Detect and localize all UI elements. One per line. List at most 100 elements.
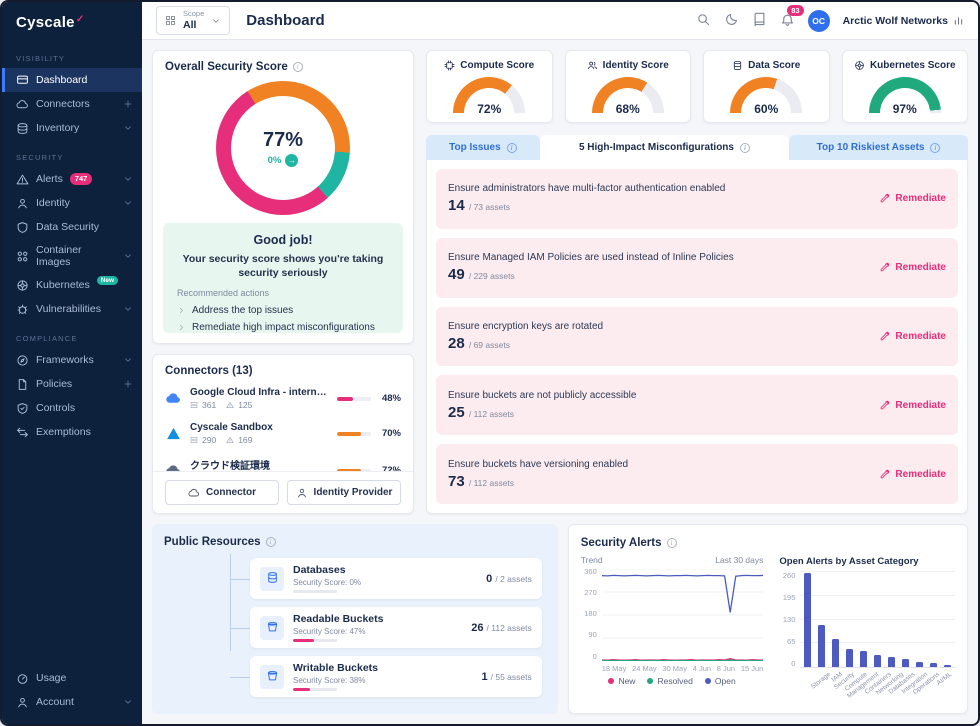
resource-name: Writable Buckets [293, 662, 378, 674]
misconfiguration-main: Ensure administrators have multi-factor … [448, 183, 725, 214]
remediate-label: Remediate [895, 193, 946, 204]
info-icon[interactable] [266, 537, 276, 547]
sidebar-item-kubernetes[interactable]: KubernetesNew [2, 273, 142, 297]
tab-label: Top 10 Riskiest Assets [817, 142, 925, 153]
resource-row-writable-buckets[interactable]: Writable Buckets Security Score: 38% 1 /… [250, 656, 542, 697]
legend-dot [608, 678, 614, 684]
sidebar-item-alerts[interactable]: Alerts747 [2, 167, 142, 191]
bar-ai-ml[interactable] [944, 665, 951, 667]
recommended-action-remediate-high-impact-misconfigurations[interactable]: Remediate high impact misconfigurations [177, 319, 389, 333]
add-connector-button[interactable]: Connector [165, 480, 279, 505]
add-identity-provider-button[interactable]: Identity Provider [287, 480, 401, 505]
main-area: Scope All Dashboard 83 OC Arctic Wolf Ne… [142, 2, 978, 724]
sidebar-item-inventory[interactable]: Inventory [2, 116, 142, 140]
sidebar-item-label: Container Images [36, 244, 109, 268]
scope-selector[interactable]: Scope All [156, 6, 230, 35]
sidebar-item-label: Inventory [36, 122, 79, 134]
bar-databases[interactable] [902, 659, 909, 667]
legend-item-resolved[interactable]: Resolved [647, 676, 692, 686]
sidebar-item-exemptions[interactable]: Exemptions [2, 420, 142, 444]
remediate-label: Remediate [895, 331, 946, 342]
theme-moon-icon[interactable] [724, 12, 739, 30]
bar-networking[interactable] [888, 657, 895, 667]
org-switcher[interactable]: Arctic Wolf Networks [843, 15, 964, 27]
misconfiguration-row: Ensure encryption keys are rotated 28 / … [436, 307, 958, 367]
action-label: Remediate high impact misconfigurations [192, 322, 375, 333]
remediate-button[interactable]: Remediate [879, 193, 946, 204]
search-icon[interactable] [696, 12, 711, 30]
bar-containers[interactable] [874, 655, 881, 667]
tab-top-issues[interactable]: Top Issues [426, 135, 540, 160]
score-gauge: 72% [453, 77, 525, 116]
resource-icon-wrap [260, 665, 284, 689]
sidebar-item-data-security[interactable]: Data Security [2, 215, 142, 239]
connector-row[interactable]: Cyscale Sandbox 290 169 70% [165, 416, 401, 451]
y-tick: 260 [779, 572, 795, 580]
page-title: Dashboard [246, 12, 324, 29]
tab-5-high-impact-misconfigurations[interactable]: 5 High-Impact Misconfigurations [540, 135, 789, 160]
bar-integration[interactable] [916, 662, 923, 668]
sidebar-item-usage[interactable]: Usage [2, 666, 142, 690]
connector-name: Google Cloud Infra - internal use [190, 387, 329, 398]
notifications-bell-icon[interactable]: 83 [780, 12, 795, 30]
info-icon [507, 143, 517, 153]
public-resources-card: Public Resources Databases Security Scor… [152, 524, 558, 714]
bar-compute[interactable] [846, 649, 853, 667]
score-value: 60% [730, 102, 802, 116]
helm-icon [16, 279, 29, 292]
donut-center: 77% 0% [216, 81, 350, 215]
resource-row-readable-buckets[interactable]: Readable Buckets Security Score: 47% 26 … [250, 607, 542, 648]
avatar[interactable]: OC [808, 10, 830, 32]
connector-row[interactable]: Google Cloud Infra - internal use 361 12… [165, 381, 401, 416]
sidebar-item-connectors[interactable]: Connectors [2, 92, 142, 116]
sidebar-item-identity[interactable]: Identity [2, 191, 142, 215]
sidebar-item-policies[interactable]: Policies [2, 372, 142, 396]
bar-security[interactable] [832, 639, 839, 668]
legend-item-open[interactable]: Open [705, 676, 736, 686]
score-value: 97% [869, 102, 941, 116]
bar-operations[interactable] [930, 663, 937, 667]
misconfiguration-main: Ensure buckets have versioning enabled 7… [448, 459, 628, 490]
connector-name: クラウド検証環境 [190, 457, 329, 471]
score-card-kubernetes-score: Kubernetes Score 97% [842, 50, 969, 123]
docs-book-icon[interactable] [752, 12, 767, 30]
score-value: 72% [453, 102, 525, 116]
score-value: 68% [592, 102, 664, 116]
security-score-donut: 77% 0% [216, 81, 350, 215]
gencloud-icon [165, 462, 182, 471]
connector-row[interactable]: クラウド検証環境 415 27 72% [165, 451, 401, 471]
remediate-button[interactable]: Remediate [879, 331, 946, 342]
bars-y-axis: 260195130650 [779, 573, 795, 668]
y-tick: 360 [581, 568, 597, 576]
resource-list: Databases Security Score: 0% 0 / 2 asset… [250, 558, 542, 697]
bar-storage[interactable] [804, 573, 811, 667]
legend-dot [705, 678, 711, 684]
sidebar-item-container-images[interactable]: Container Images [2, 239, 142, 273]
legend-item-new[interactable]: New [608, 676, 635, 686]
tab-top-10-riskiest-assets[interactable]: Top 10 Riskiest Assets [789, 135, 968, 160]
info-icon[interactable] [293, 62, 303, 72]
resource-row-databases[interactable]: Databases Security Score: 0% 0 / 2 asset… [250, 558, 542, 599]
remediate-button[interactable]: Remediate [879, 262, 946, 273]
azure-icon [165, 425, 182, 442]
score-card-data-score: Data Score 60% [703, 50, 830, 123]
remediate-button[interactable]: Remediate [879, 469, 946, 480]
sidebar-item-label: Connectors [36, 98, 90, 110]
bar-management[interactable] [860, 651, 867, 667]
asset-total: / 229 assets [469, 271, 515, 281]
sidebar-item-frameworks[interactable]: Frameworks [2, 348, 142, 372]
sidebar-item-label: Identity [36, 197, 70, 209]
remediate-button[interactable]: Remediate [879, 400, 946, 411]
sidebar-item-dashboard[interactable]: Dashboard [2, 68, 142, 92]
bar-iam[interactable] [818, 625, 825, 667]
book-icon [752, 12, 767, 30]
top-area: Overall Security Score 77% 0% [152, 50, 968, 514]
alerts-icon [226, 436, 234, 444]
sidebar-item-controls[interactable]: Controls [2, 396, 142, 420]
app-logo[interactable]: Cyscale✓ [2, 2, 142, 41]
sidebar-item-account[interactable]: Account [2, 690, 142, 714]
recommended-action-address-the-top-issues[interactable]: Address the top issues [177, 302, 389, 319]
connector-list: Google Cloud Infra - internal use 361 12… [153, 379, 413, 471]
info-icon[interactable] [667, 538, 677, 548]
sidebar-item-vulnerabilities[interactable]: Vulnerabilities [2, 297, 142, 321]
